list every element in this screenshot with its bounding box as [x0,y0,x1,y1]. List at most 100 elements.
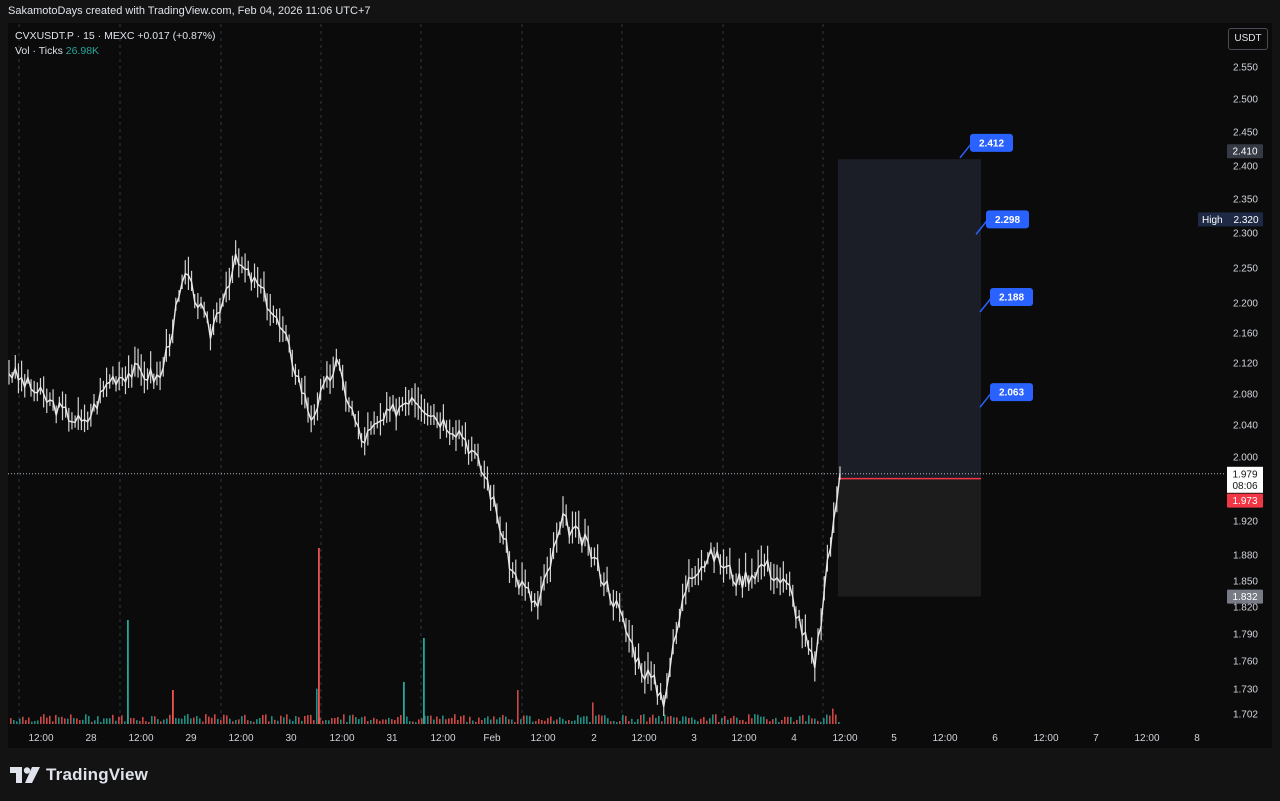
volume-bar [160,721,162,724]
volume-bar [430,715,432,724]
time-axis-tick: 30 [285,733,297,744]
volume-bar [805,721,807,724]
volume-bar [382,719,384,724]
time-axis-tick: 12:00 [631,733,656,744]
symbol-legend[interactable]: CVXUSDT.P · 15 · MEXC +0.017 (+0.87%) [15,30,216,42]
volume-bar [514,721,516,724]
volume-bar [670,715,672,724]
volume-bar [517,689,519,724]
price-axis-tick: 2.040 [1233,421,1258,432]
volume-bar [211,717,213,724]
volume-bar [715,714,717,724]
volume-bar [562,718,564,724]
price-axis-tick: 2.550 [1233,63,1258,74]
stop-price-label: 1.832 [1232,592,1257,603]
volume-bar [490,719,492,724]
time-axis-tick: 2 [591,733,597,744]
time-axis-tick: 31 [386,733,398,744]
volume-bar [46,717,48,724]
volume-bar [40,716,42,724]
volume-bar [538,718,540,724]
volume-bar [433,719,435,724]
time-axis[interactable]: 12:00 28 12:00 29 12:00 30 12:00 31 12:00 Feb 12:0… [28,733,1200,744]
volume-bars [10,548,840,724]
price-axis[interactable]: 2.550 2.500 2.450 2.400 2.350 2.300 2.250 2.200… [1233,63,1258,721]
volume-bar [280,715,282,724]
price-axis-tick: 2.450 [1233,128,1258,139]
volume-bar [826,714,828,724]
volume-bar [376,719,378,724]
volume-bar [436,716,438,724]
volume-bar [790,716,792,724]
time-axis-tick: 12:00 [932,733,957,744]
volume-bar [793,721,795,724]
volume-bar [388,717,390,724]
target-label-text: 2.298 [995,215,1020,226]
high-label-text: High [1202,215,1223,226]
volume-bar [628,721,630,724]
volume-bar [97,716,99,724]
volume-bar [721,718,723,724]
volume-bar [79,720,81,724]
volume-bar [175,718,177,724]
volume-bar [346,721,348,724]
volume-bar [163,719,165,724]
volume-bar [232,721,234,724]
volume-bar [136,720,138,724]
volume-bar [451,717,453,724]
volume-bar [502,714,504,724]
volume-bar [31,721,33,724]
currency-button[interactable]: USDT [1228,28,1268,50]
volume-bar [73,718,75,724]
volume-bar [244,714,246,724]
time-axis-tick: 12:00 [832,733,857,744]
volume-bar [298,717,300,724]
time-axis-tick: 12:00 [430,733,455,744]
volume-legend[interactable]: Vol · Ticks 26.98K [15,45,99,57]
volume-bar [814,718,816,724]
volume-bar [202,721,204,724]
volume-bar [394,719,396,724]
volume-bar [442,715,444,724]
volume-bar [820,721,822,724]
price-axis-tick: 1.790 [1233,630,1258,641]
tradingview-logo[interactable]: TradingView [10,764,148,786]
volume-bar [808,715,810,724]
volume-bar [781,720,783,724]
volume-bar [559,717,561,724]
volume-bar [223,714,225,724]
volume-bar [655,717,657,724]
volume-bar [799,716,801,724]
volume-bar [409,721,411,724]
price-axis-tick: 2.160 [1233,329,1258,340]
volume-bar [169,714,171,724]
volume-bar [694,719,696,724]
price-chart[interactable]: 2.412 2.298 2.188 2.063 2.550 2.500 2.450 2.40… [0,0,1280,801]
volume-bar [133,718,135,724]
price-axis-tick: 1.702 [1233,710,1258,721]
time-axis-tick: 8 [1194,733,1200,744]
volume-bar [85,714,87,724]
volume-bar [262,714,264,724]
price-axis-tick: 2.120 [1233,359,1258,370]
volume-bar [439,718,441,724]
volume-bar [367,721,369,724]
price-axis-tick: 1.880 [1233,551,1258,562]
volume-bar [310,714,312,724]
volume-bar [505,716,507,724]
volume-bar [535,721,537,724]
volume-bar [550,716,552,724]
volume-bar [685,716,687,724]
volume-bar [184,715,186,724]
volume-bar [589,721,591,724]
volume-bar [739,720,741,724]
time-axis-tick: 29 [185,733,197,744]
volume-bar [229,718,231,724]
volume-bar [463,715,465,724]
volume-bar [379,720,381,724]
box-top-price-label: 2.410 [1232,147,1257,158]
volume-bar [619,721,621,724]
volume-bar [649,717,651,724]
volume-bar [679,720,681,724]
volume-bar [751,718,753,724]
